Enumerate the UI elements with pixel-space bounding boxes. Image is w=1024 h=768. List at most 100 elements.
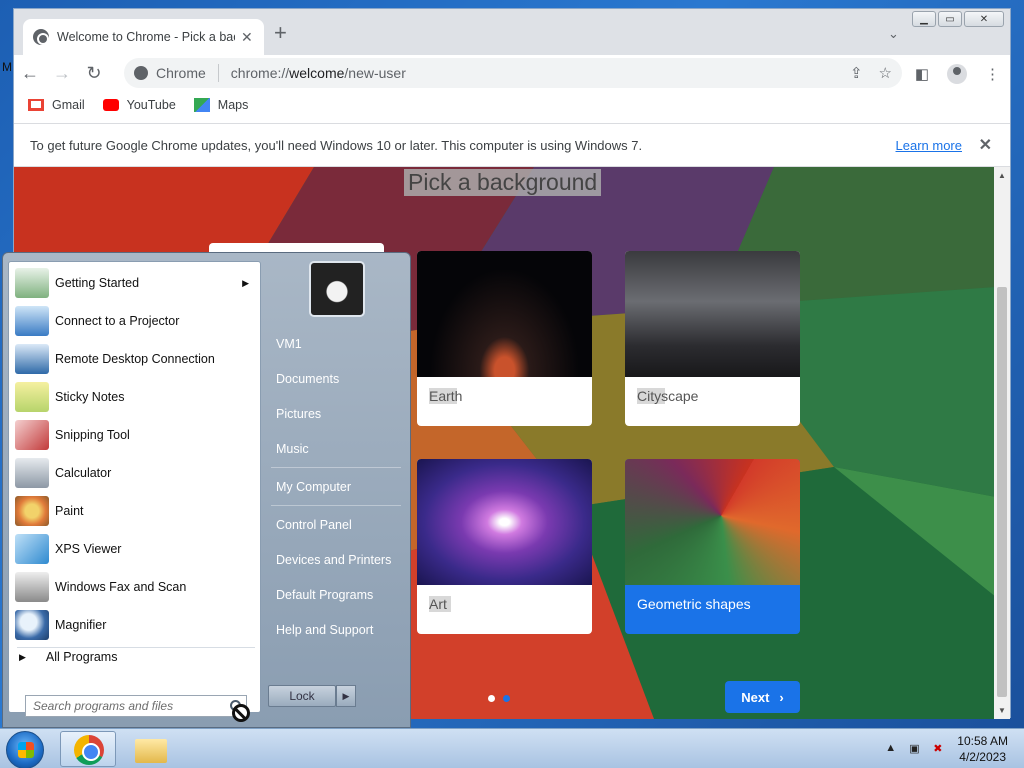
getting-started-icon	[15, 268, 49, 298]
show-hidden-icons-icon[interactable]: ▲	[885, 742, 899, 756]
unavailable-cursor-icon	[232, 704, 250, 722]
geometric-thumbnail	[625, 459, 800, 585]
program-getting-started[interactable]: Getting Started ▶	[11, 264, 259, 302]
earth-thumbnail	[417, 251, 592, 377]
clock[interactable]: 10:58 AM 4/2/2023	[957, 733, 1008, 765]
background-card-geometric-shapes[interactable]: Geometric shapes	[625, 459, 800, 634]
forward-arrow-icon[interactable]: →	[46, 63, 78, 84]
start-right-my-computer[interactable]: My Computer	[276, 480, 351, 494]
card-label: Cityscape	[637, 388, 703, 404]
start-right-control-panel[interactable]: Control Panel	[276, 518, 352, 532]
start-menu-programs: Getting Started ▶ Connect to a Projector…	[8, 261, 261, 717]
address-bar[interactable]: Chrome chrome://welcome/new-user ⇪ ☆	[124, 58, 902, 88]
address-separator	[217, 64, 219, 82]
side-panel-icon[interactable]: ◧	[915, 65, 929, 83]
all-programs-button[interactable]: ▶ All Programs	[19, 650, 117, 664]
tab-strip: Welcome to Chrome - Pick a bac ✕ + ⌄ ▁ ▭…	[14, 9, 1010, 55]
sticky-notes-icon	[15, 382, 49, 412]
program-magnifier[interactable]: Magnifier	[11, 606, 259, 644]
submenu-arrow-icon: ▶	[242, 277, 249, 288]
scroll-thumb[interactable]	[997, 287, 1007, 697]
minimize-button[interactable]: ▁	[912, 11, 936, 27]
start-right-documents[interactable]: Documents	[276, 372, 339, 386]
paint-icon	[15, 496, 49, 526]
pagination-dot[interactable]	[488, 695, 495, 702]
tab-welcome[interactable]: Welcome to Chrome - Pick a bac ✕	[23, 19, 264, 55]
program-xps-viewer[interactable]: XPS Viewer	[11, 530, 259, 568]
card-label: Art	[429, 596, 451, 612]
program-paint[interactable]: Paint	[11, 492, 259, 530]
calculator-icon	[15, 458, 49, 488]
chrome-chip-icon	[134, 66, 148, 80]
page-scrollbar[interactable]: ▲ ▼	[994, 167, 1010, 719]
tab-search-chevron-icon[interactable]: ⌄	[888, 26, 899, 42]
start-search-input[interactable]: Search programs and files	[25, 695, 247, 717]
right-separator	[271, 467, 401, 468]
user-avatar[interactable]	[309, 261, 365, 317]
programs-separator	[17, 647, 255, 648]
scroll-down-icon[interactable]: ▼	[998, 706, 1006, 715]
new-tab-button[interactable]: +	[274, 22, 287, 44]
chrome-favicon-icon	[33, 29, 49, 45]
pagination-dots	[488, 695, 510, 702]
fax-scan-icon	[15, 572, 49, 602]
chrome-icon	[74, 735, 104, 765]
all-programs-arrow-icon: ▶	[19, 651, 26, 662]
address-url[interactable]: chrome://welcome/new-user	[231, 65, 406, 81]
toolbar: ← → ↻ Chrome chrome://welcome/new-user ⇪…	[14, 55, 1010, 91]
card-label: Earth	[429, 388, 467, 404]
start-right-music[interactable]: Music	[276, 442, 309, 456]
start-right-user[interactable]: VM1	[276, 337, 302, 351]
start-right-devices-printers[interactable]: Devices and Printers	[276, 553, 391, 567]
magnifier-icon	[15, 610, 49, 640]
lock-button[interactable]: Lock	[268, 685, 336, 707]
right-separator	[271, 505, 401, 506]
bookmark-gmail[interactable]: Gmail	[28, 98, 85, 112]
start-right-help-support[interactable]: Help and Support	[276, 623, 373, 637]
program-calculator[interactable]: Calculator	[11, 454, 259, 492]
bookmark-maps[interactable]: Maps	[193, 98, 248, 112]
card-label: Geometric shapes	[637, 596, 751, 612]
window-controls: ▁ ▭ ✕	[910, 11, 1004, 27]
more-menu-icon[interactable]: ⋮	[985, 65, 1000, 83]
snipping-tool-icon	[15, 420, 49, 450]
reload-icon[interactable]: ↻	[78, 63, 110, 84]
network-icon[interactable]: ▣	[909, 742, 923, 756]
xps-viewer-icon	[15, 534, 49, 564]
start-right-pictures[interactable]: Pictures	[276, 407, 321, 421]
program-sticky-notes[interactable]: Sticky Notes	[11, 378, 259, 416]
background-card-earth[interactable]: Earth	[417, 251, 592, 426]
share-icon[interactable]: ⇪	[850, 64, 863, 82]
gmail-icon	[28, 99, 44, 111]
learn-more-link[interactable]: Learn more	[896, 138, 962, 153]
maximize-button[interactable]: ▭	[938, 11, 962, 27]
volume-muted-icon[interactable]: ✖	[933, 742, 947, 756]
program-fax-scan[interactable]: Windows Fax and Scan	[11, 568, 259, 606]
program-snipping-tool[interactable]: Snipping Tool	[11, 416, 259, 454]
program-remote-desktop[interactable]: Remote Desktop Connection	[11, 340, 259, 378]
close-window-button[interactable]: ✕	[964, 11, 1004, 27]
start-right-default-programs[interactable]: Default Programs	[276, 588, 373, 602]
bookmark-youtube[interactable]: YouTube	[102, 98, 176, 112]
update-infobar: To get future Google Chrome updates, you…	[14, 123, 1010, 167]
taskbar-explorer[interactable]	[122, 731, 178, 767]
start-button[interactable]	[6, 731, 44, 768]
pagination-dot-active[interactable]	[503, 695, 510, 702]
back-arrow-icon[interactable]: ←	[14, 63, 46, 84]
next-button[interactable]: Next ›	[725, 681, 800, 713]
program-connect-projector[interactable]: Connect to a Projector	[11, 302, 259, 340]
profile-avatar-icon[interactable]	[947, 64, 967, 84]
bookmark-star-icon[interactable]: ☆	[879, 64, 892, 82]
background-card-cityscape[interactable]: Cityscape	[625, 251, 800, 426]
power-options-arrow-icon[interactable]: ▶	[336, 685, 356, 707]
cityscape-thumbnail	[625, 251, 800, 377]
infobar-message: To get future Google Chrome updates, you…	[30, 137, 643, 153]
projector-icon	[15, 306, 49, 336]
page-title: Pick a background	[404, 169, 602, 196]
scroll-up-icon[interactable]: ▲	[998, 171, 1006, 180]
youtube-icon	[102, 99, 119, 111]
infobar-close-icon[interactable]: ✕	[979, 135, 992, 155]
taskbar-chrome[interactable]	[60, 731, 116, 767]
background-card-art[interactable]: Art	[417, 459, 592, 634]
tab-close-icon[interactable]: ✕	[241, 29, 253, 46]
